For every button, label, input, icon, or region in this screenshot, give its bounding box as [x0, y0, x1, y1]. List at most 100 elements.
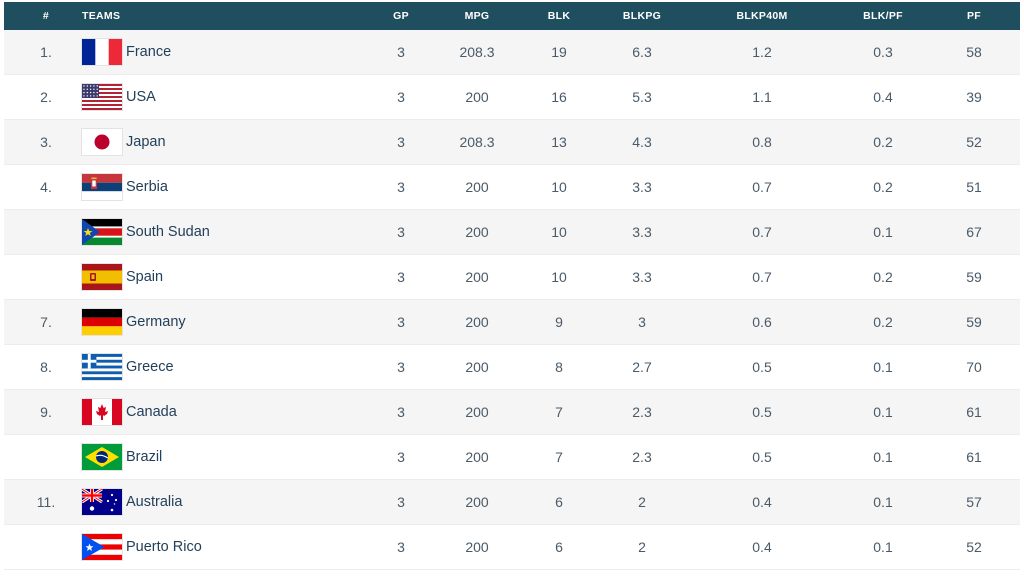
header-mpg[interactable]: MPG	[447, 2, 507, 30]
blkpg-cell: 2	[638, 539, 646, 555]
blk-pf-cell: 0.4	[873, 89, 893, 105]
rank-cell: 4.	[40, 179, 52, 195]
blk-pf-cell: 0.2	[873, 314, 893, 330]
australia-flag-icon	[82, 489, 122, 515]
south-sudan-flag-icon	[82, 219, 122, 245]
rank-cell	[16, 525, 76, 569]
team-cell[interactable]: USA	[82, 75, 382, 119]
blkpg-cell: 3.3	[632, 224, 652, 240]
blkp40m-cell: 0.4	[752, 539, 772, 555]
table-row[interactable]: 3 200 10 3.3 0.7 0.2 59 Spain	[4, 255, 1020, 300]
blkp40m-cell: 0.5	[752, 404, 772, 420]
blkp40m-cell: 0.7	[752, 179, 772, 195]
header-blkpg[interactable]: BLKPG	[612, 2, 672, 30]
team-name[interactable]: Australia	[126, 494, 182, 510]
team-cell[interactable]: Serbia	[82, 165, 382, 209]
table-row[interactable]: 2. 3 200 16 5.3 1.1 0.4 39 USA	[4, 75, 1020, 120]
table-row[interactable]: 9. 3 200 7 2.3 0.5 0.1 61 Canada	[4, 390, 1020, 435]
table-row[interactable]: 1. 3 208.3 19 6.3 1.2 0.3 58 France	[4, 30, 1020, 75]
japan-flag-icon	[82, 129, 122, 155]
table-row[interactable]: 4. 3 200 10 3.3 0.7 0.2 51 Serbia	[4, 165, 1020, 210]
team-name[interactable]: South Sudan	[126, 224, 210, 240]
blk-cell: 10	[551, 269, 567, 285]
greece-flag-icon	[82, 354, 122, 380]
team-name[interactable]: Germany	[126, 314, 186, 330]
team-name[interactable]: Canada	[126, 404, 177, 420]
team-name[interactable]: Brazil	[126, 449, 162, 465]
header-teams[interactable]: TEAMS	[82, 2, 382, 30]
brazil-flag-icon	[82, 444, 122, 470]
header-pf[interactable]: PF	[944, 2, 1004, 30]
blk-cell: 7	[555, 449, 563, 465]
team-name[interactable]: Japan	[126, 134, 166, 150]
blk-pf-cell: 0.1	[873, 494, 893, 510]
blkp40m-cell: 0.4	[752, 494, 772, 510]
team-name[interactable]: Puerto Rico	[126, 539, 202, 555]
team-name[interactable]: Serbia	[126, 179, 168, 195]
blk-cell: 13	[551, 134, 567, 150]
team-cell[interactable]: Spain	[82, 255, 382, 299]
team-cell[interactable]: Canada	[82, 390, 382, 434]
table-header: # TEAMS GP MPG BLK BLKPG BLKP40M BLK/PF …	[4, 2, 1020, 30]
blkpg-cell: 3	[638, 314, 646, 330]
blkpg-cell: 5.3	[632, 89, 652, 105]
table-row[interactable]: 11. 3 200 6 2 0.4 0.1 57 Australia	[4, 480, 1020, 525]
germany-flag-icon	[82, 309, 122, 335]
usa-flag-icon	[82, 84, 122, 110]
header-blk[interactable]: BLK	[529, 2, 589, 30]
blk-pf-cell: 0.1	[873, 449, 893, 465]
team-cell[interactable]: France	[82, 30, 382, 74]
team-stats-table: # TEAMS GP MPG BLK BLKPG BLKP40M BLK/PF …	[4, 2, 1020, 570]
blkp40m-cell: 0.5	[752, 359, 772, 375]
table-body: 1. 3 208.3 19 6.3 1.2 0.3 58 France 2. 3 200 16 5.3 1.…	[4, 30, 1020, 570]
team-name[interactable]: USA	[126, 89, 156, 105]
header-blkp40m[interactable]: BLKP40M	[717, 2, 807, 30]
mpg-cell: 200	[465, 539, 489, 555]
team-cell[interactable]: Australia	[82, 480, 382, 524]
blkp40m-cell: 1.2	[752, 44, 772, 60]
table-row[interactable]: 3 200 6 2 0.4 0.1 52 Puerto Rico	[4, 525, 1020, 570]
mpg-cell: 200	[465, 224, 489, 240]
blk-cell: 6	[555, 539, 563, 555]
pf-cell: 51	[966, 179, 982, 195]
blk-pf-cell: 0.2	[873, 134, 893, 150]
blk-pf-cell: 0.3	[873, 44, 893, 60]
blk-cell: 8	[555, 359, 563, 375]
team-cell[interactable]: Greece	[82, 345, 382, 389]
team-cell[interactable]: Puerto Rico	[82, 525, 382, 569]
blkp40m-cell: 0.6	[752, 314, 772, 330]
rank-cell: 7.	[40, 314, 52, 330]
mpg-cell: 200	[465, 359, 489, 375]
table-row[interactable]: 3. 3 208.3 13 4.3 0.8 0.2 52 Japan	[4, 120, 1020, 165]
team-cell[interactable]: Brazil	[82, 435, 382, 479]
team-name[interactable]: Spain	[126, 269, 163, 285]
pf-cell: 52	[966, 539, 982, 555]
blkpg-cell: 2.3	[632, 404, 652, 420]
rank-cell: 8.	[40, 359, 52, 375]
table-row[interactable]: 3 200 10 3.3 0.7 0.1 67 South Sudan	[4, 210, 1020, 255]
team-cell[interactable]: Germany	[82, 300, 382, 344]
rank-cell	[16, 435, 76, 479]
blkp40m-cell: 1.1	[752, 89, 772, 105]
team-cell[interactable]: South Sudan	[82, 210, 382, 254]
header-rank[interactable]: #	[16, 2, 76, 30]
table-row[interactable]: 7. 3 200 9 3 0.6 0.2 59 Germany	[4, 300, 1020, 345]
rank-cell	[16, 255, 76, 299]
team-name[interactable]: France	[126, 44, 171, 60]
header-gp[interactable]: GP	[371, 2, 431, 30]
rank-cell: 9.	[40, 404, 52, 420]
mpg-cell: 200	[465, 314, 489, 330]
team-name[interactable]: Greece	[126, 359, 174, 375]
blk-cell: 7	[555, 404, 563, 420]
team-cell[interactable]: Japan	[82, 120, 382, 164]
pf-cell: 70	[966, 359, 982, 375]
table-row[interactable]: 3 200 7 2.3 0.5 0.1 61 Brazil	[4, 435, 1020, 480]
mpg-cell: 200	[465, 89, 489, 105]
rank-cell: 1.	[40, 44, 52, 60]
table-row[interactable]: 8. 3 200 8 2.7 0.5 0.1 70 Greece	[4, 345, 1020, 390]
france-flag-icon	[82, 39, 122, 65]
pf-cell: 58	[966, 44, 982, 60]
mpg-cell: 200	[465, 404, 489, 420]
blk-cell: 16	[551, 89, 567, 105]
header-blk-pf[interactable]: BLK/PF	[853, 2, 913, 30]
